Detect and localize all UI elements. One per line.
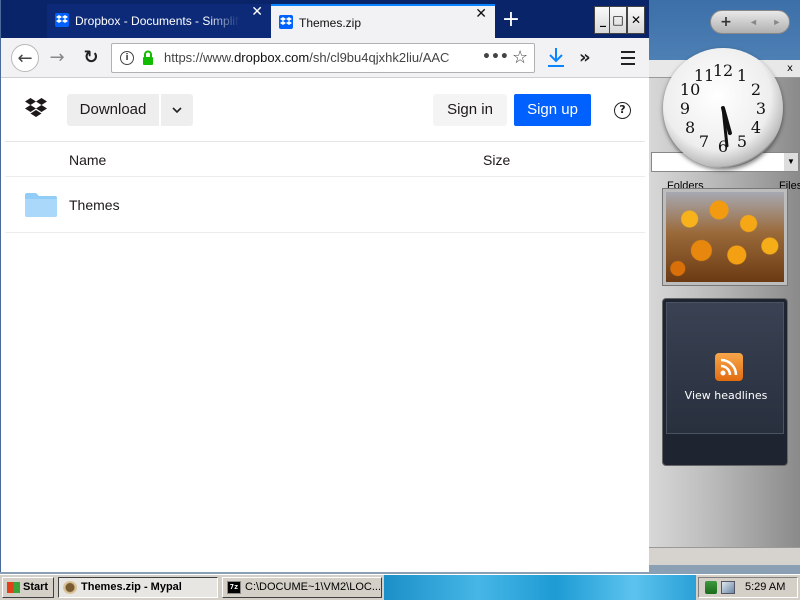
reload-button[interactable]: ↻ bbox=[77, 44, 105, 72]
taskbar: Start Themes.zip - Mypal 7z C:\DOCUME~1\… bbox=[0, 574, 800, 600]
file-row[interactable]: Themes bbox=[5, 177, 645, 233]
url-host: dropbox.com bbox=[234, 50, 310, 65]
tab-dropbox-documents[interactable]: Dropbox - Documents - Simplify your ✕ bbox=[47, 4, 271, 38]
gadget-nav-arrows[interactable]: ◄ ► bbox=[749, 17, 787, 27]
folder-icon bbox=[25, 193, 57, 217]
start-button[interactable]: Start bbox=[2, 577, 54, 598]
download-icon[interactable] bbox=[545, 46, 567, 70]
clock-face: 12 1234567891011 bbox=[680, 61, 766, 156]
forward-button[interactable]: → bbox=[43, 44, 71, 72]
sign-up-button[interactable]: Sign up bbox=[514, 94, 591, 126]
taskbar-item-label: Themes.zip - Mypal bbox=[81, 581, 182, 593]
clock-numeral: 2 bbox=[751, 80, 761, 99]
back-button[interactable]: ← bbox=[11, 44, 39, 72]
taskbar-item-label: C:\DOCUME~1\VM2\LOC... bbox=[245, 581, 382, 593]
view-headlines-link[interactable]: View headlines bbox=[667, 389, 785, 402]
rss-icon[interactable] bbox=[715, 353, 743, 381]
page-actions-icon[interactable]: ••• bbox=[482, 44, 509, 72]
7zip-icon: 7z bbox=[227, 581, 241, 594]
file-name[interactable]: Themes bbox=[69, 197, 120, 213]
hamburger-menu-icon[interactable] bbox=[617, 44, 639, 72]
clock-numeral: 3 bbox=[756, 99, 766, 118]
clock-numeral: 4 bbox=[751, 118, 761, 137]
tray-app-icon[interactable] bbox=[705, 581, 717, 594]
new-tab-button[interactable]: + bbox=[497, 4, 525, 36]
column-header-size[interactable]: Size bbox=[483, 152, 510, 168]
taskbar-item-7zip[interactable]: 7z C:\DOCUME~1\VM2\LOC... bbox=[222, 577, 382, 598]
navigation-toolbar: ← → ↻ i https://www.dropbox.com/sh/cl9bu… bbox=[1, 38, 649, 78]
start-label: Start bbox=[23, 581, 49, 593]
network-icon[interactable] bbox=[721, 581, 735, 594]
system-tray: 5:29 AM bbox=[698, 577, 798, 598]
clock-numeral: 11 bbox=[694, 66, 714, 85]
clock-numeral: 8 bbox=[685, 118, 695, 137]
close-window-button[interactable]: ✕ bbox=[627, 6, 645, 34]
tab-title: Dropbox - Documents - Simplify your bbox=[75, 14, 240, 28]
browser-window: Dropbox - Documents - Simplify your ✕ Th… bbox=[0, 0, 649, 572]
windows-logo-icon bbox=[7, 582, 20, 593]
dropbox-favicon-icon bbox=[279, 15, 293, 29]
dropbox-logo-icon[interactable] bbox=[25, 98, 47, 118]
feed-panel: View headlines bbox=[666, 302, 784, 434]
mypal-icon bbox=[63, 581, 77, 594]
page-content: Download Sign in Sign up ? Name Size The… bbox=[1, 78, 649, 572]
site-info-icon[interactable]: i bbox=[120, 51, 134, 65]
bookmark-star-icon[interactable]: ☆ bbox=[512, 48, 528, 68]
clock-numeral: 7 bbox=[699, 132, 709, 151]
overflow-menu-icon[interactable]: » bbox=[579, 44, 591, 72]
clock-gadget: 12 1 2 3 4 5 6 7 8 9 10 11 bbox=[663, 48, 783, 168]
url-scheme: https://www. bbox=[164, 50, 235, 65]
dropbox-favicon-icon bbox=[55, 13, 69, 27]
taskbar-background-strip bbox=[384, 575, 696, 600]
clock-numeral: 1 bbox=[737, 66, 747, 85]
help-icon[interactable]: ? bbox=[614, 102, 631, 119]
url-text[interactable]: https://www.dropbox.com/sh/cl9bu4qjxhk2l… bbox=[164, 44, 482, 72]
background-window-close-icon[interactable]: x bbox=[787, 64, 797, 74]
sidebar-gadget-controls: + ◄ ► bbox=[710, 10, 790, 34]
lock-icon[interactable] bbox=[142, 50, 154, 66]
maximize-button[interactable]: □ bbox=[609, 6, 627, 34]
tab-themes-zip[interactable]: Themes.zip ✕ bbox=[271, 4, 495, 38]
add-gadget-icon[interactable]: + bbox=[717, 14, 735, 30]
flower-photo bbox=[666, 192, 784, 282]
taskbar-item-browser[interactable]: Themes.zip - Mypal bbox=[58, 577, 218, 598]
sign-in-button[interactable]: Sign in bbox=[433, 94, 507, 126]
download-button[interactable]: Download bbox=[67, 94, 159, 126]
download-options-chevron-icon[interactable] bbox=[161, 94, 193, 126]
close-tab-icon[interactable]: ✕ bbox=[475, 6, 487, 22]
chevron-down-icon[interactable]: ▼ bbox=[784, 153, 798, 171]
url-path: /sh/cl9bu4qjxhk2liu/AAC bbox=[309, 50, 450, 65]
slideshow-gadget[interactable] bbox=[662, 188, 788, 286]
background-window-statusbar bbox=[649, 547, 800, 565]
close-tab-icon[interactable]: ✕ bbox=[251, 4, 263, 20]
tab-strip: Dropbox - Documents - Simplify your ✕ Th… bbox=[1, 0, 649, 38]
feed-headlines-gadget: View headlines bbox=[662, 298, 788, 466]
tray-clock[interactable]: 5:29 AM bbox=[745, 578, 785, 597]
tab-title: Themes.zip bbox=[299, 16, 362, 30]
column-header-name[interactable]: Name bbox=[69, 152, 106, 168]
clock-numeral: 12 bbox=[713, 61, 733, 80]
clock-numeral: 5 bbox=[737, 132, 747, 151]
divider bbox=[5, 141, 645, 142]
address-bar[interactable]: i https://www.dropbox.com/sh/cl9bu4qjxhk… bbox=[111, 43, 535, 73]
clock-numeral: 9 bbox=[680, 99, 690, 118]
